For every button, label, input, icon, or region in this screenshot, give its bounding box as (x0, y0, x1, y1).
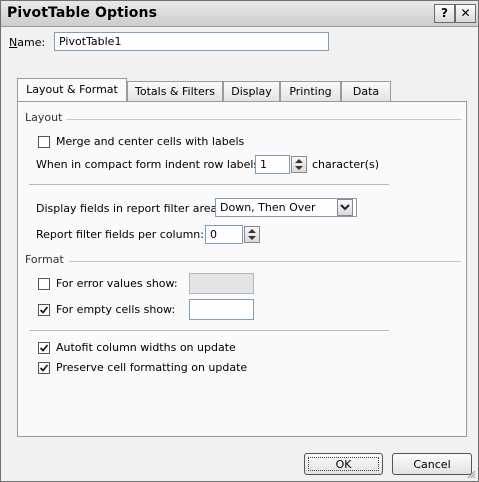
empty-cells-input[interactable] (189, 299, 254, 320)
empty-cells-checkbox[interactable] (38, 304, 50, 316)
pivottable-options-dialog: PivotTable Options ? ✕ Name: PivotTable1… (0, 0, 479, 482)
merge-center-checkbox[interactable] (38, 136, 50, 148)
indent-spinner[interactable] (291, 156, 307, 173)
pivottable-name-input[interactable]: PivotTable1 (54, 32, 329, 51)
name-label: Name: (9, 36, 45, 49)
empty-cells-label[interactable]: For empty cells show: (56, 303, 175, 316)
name-label-rest: ame: (17, 36, 46, 49)
display-fields-label: Display fields in report filter area: (36, 202, 221, 215)
tab-data[interactable]: Data (341, 81, 391, 101)
tab-panel-layout-format (17, 101, 467, 437)
display-fields-select[interactable]: Down, Then Over (215, 198, 357, 217)
name-label-mnemonic: N (9, 36, 18, 49)
close-button[interactable]: ✕ (455, 4, 476, 23)
focus-ring (308, 457, 379, 471)
error-values-input[interactable] (189, 273, 254, 294)
merge-center-label[interactable]: Merge and center cells with labels (56, 135, 244, 148)
tab-totals-filters[interactable]: Totals & Filters (127, 81, 223, 101)
layout-group-title: Layout (25, 111, 63, 124)
window-title: PivotTable Options (7, 5, 158, 21)
format-group-line (69, 261, 461, 262)
indent-label: When in compact form indent row labels: (36, 158, 263, 171)
cancel-button[interactable]: Cancel (392, 453, 472, 475)
checkmark-icon (39, 364, 49, 372)
preserve-formatting-label[interactable]: Preserve cell formatting on update (56, 361, 247, 374)
tab-display[interactable]: Display (223, 81, 280, 101)
spin-up-icon[interactable] (248, 229, 256, 233)
display-fields-dropdown-button[interactable] (337, 199, 353, 216)
checkmark-icon (39, 306, 49, 314)
format-group-title: Format (25, 253, 64, 266)
indent-input[interactable]: 1 (255, 155, 290, 174)
error-values-checkbox[interactable] (38, 278, 50, 290)
tab-layout-format[interactable]: Layout & Format (17, 78, 127, 101)
title-bar[interactable]: PivotTable Options ? ✕ (1, 1, 478, 27)
spin-up-icon[interactable] (295, 159, 303, 163)
layout-group-line (67, 119, 461, 120)
per-column-spinner[interactable] (244, 226, 260, 243)
format-separator (29, 330, 389, 331)
spin-down-icon[interactable] (295, 166, 303, 170)
autofit-label[interactable]: Autofit column widths on update (56, 341, 236, 354)
tab-printing[interactable]: Printing (280, 81, 341, 101)
checkmark-icon (39, 344, 49, 352)
preserve-formatting-checkbox[interactable] (38, 362, 50, 374)
ok-button[interactable]: OK (304, 453, 383, 475)
per-column-label: Report filter fields per column: (36, 228, 204, 241)
indent-unit-label: character(s) (312, 158, 379, 171)
autofit-checkbox[interactable] (38, 342, 50, 354)
chevron-down-icon (340, 204, 350, 211)
resize-grip-icon[interactable] (466, 469, 476, 479)
spin-down-icon[interactable] (248, 236, 256, 240)
help-button[interactable]: ? (434, 4, 455, 23)
per-column-input[interactable]: 0 (205, 225, 243, 244)
error-values-label[interactable]: For error values show: (56, 277, 178, 290)
layout-separator (29, 184, 389, 185)
